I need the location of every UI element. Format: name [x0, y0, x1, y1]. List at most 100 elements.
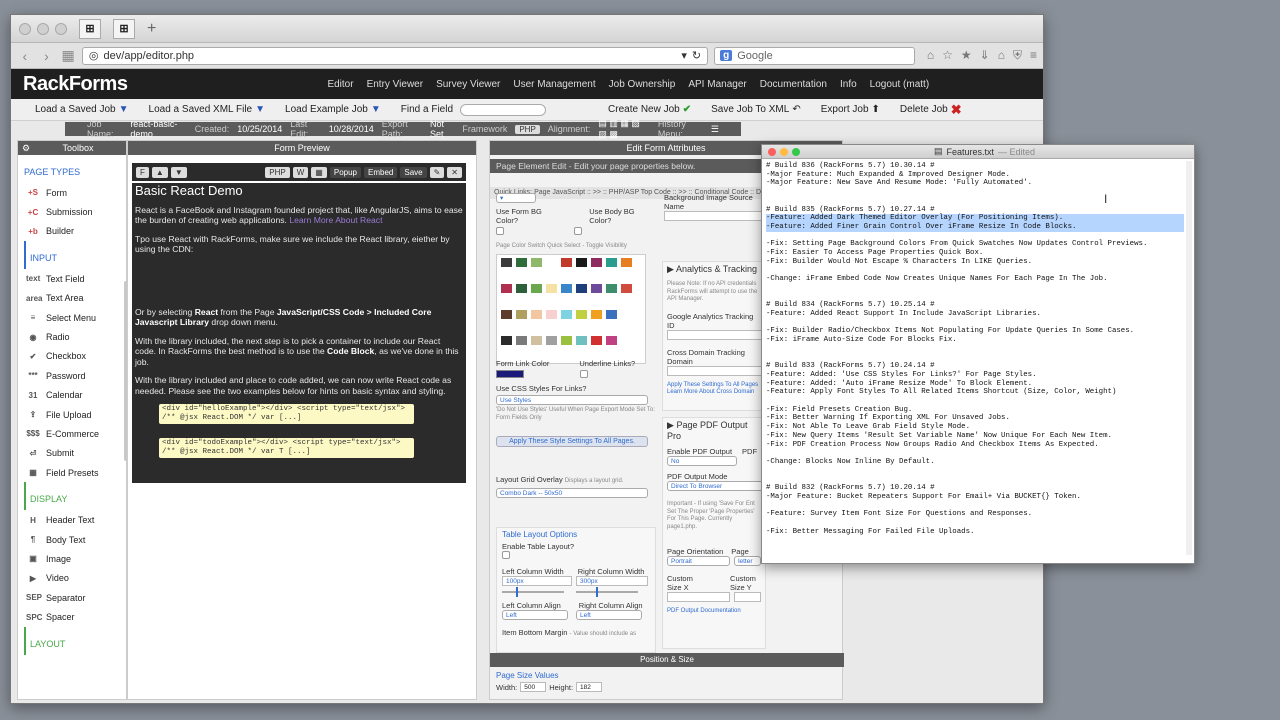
nav-item-entry-viewer[interactable]: Entry Viewer — [367, 79, 424, 90]
color-swatch[interactable] — [561, 309, 572, 319]
use-body-bg-checkbox[interactable] — [574, 227, 582, 235]
nav-item-documentation[interactable]: Documentation — [760, 79, 827, 90]
enable-table-checkbox[interactable] — [502, 551, 510, 559]
nav-item-survey-viewer[interactable]: Survey Viewer — [436, 79, 500, 90]
text-content[interactable]: # Build 836 (RackForms 5.7) 10.30.14 # -… — [762, 159, 1194, 539]
menu-icon[interactable]: ≡ — [1030, 48, 1037, 63]
toolbox-item-submit[interactable]: ⏎ Submit — [18, 444, 126, 463]
toolbox-item-file-upload[interactable]: ⇪ File Upload — [18, 405, 126, 424]
color-swatch[interactable] — [501, 322, 512, 332]
bookmark-icon[interactable]: ☆ — [942, 48, 953, 63]
nav-item-user-management[interactable]: User Management — [513, 79, 595, 90]
underline-links-checkbox[interactable] — [580, 370, 588, 378]
custom-y-input[interactable] — [734, 592, 761, 602]
color-swatch[interactable] — [621, 335, 632, 345]
toolbox-item-calendar[interactable]: 31 Calendar — [18, 386, 126, 405]
height-input[interactable]: 182 — [576, 682, 603, 692]
color-swatch[interactable] — [501, 257, 512, 267]
color-swatch[interactable] — [621, 283, 632, 293]
color-swatch[interactable] — [501, 283, 512, 293]
color-swatch[interactable] — [576, 283, 587, 293]
toolbox-item-radio[interactable]: ◉ Radio — [18, 327, 126, 346]
color-swatch[interactable] — [576, 257, 587, 267]
apply-analytics-link[interactable]: Apply These Settings To All Pages — [667, 382, 761, 390]
selected-line-2[interactable]: -Feature: Added Finer Grain Control Over… — [766, 222, 1184, 232]
create-new-job-button[interactable]: Create New Job ✔ — [608, 104, 691, 115]
popup-button[interactable]: Popup — [329, 166, 361, 178]
color-swatch[interactable] — [516, 283, 527, 293]
nav-item-logout-matt[interactable]: Logout (matt) — [870, 79, 929, 90]
left-align-select[interactable]: Left — [502, 610, 568, 620]
expand-icon[interactable]: ▼ — [170, 166, 187, 178]
code-block-hello[interactable]: <div id="helloExample"></div> <script ty… — [159, 404, 414, 424]
layout-icon[interactable]: ▦ — [311, 166, 327, 178]
address-bar[interactable]: ◎ dev/app/editor.php ▾ ↻ — [81, 46, 709, 65]
pdf-doc-link[interactable]: PDF Output Documentation — [667, 608, 761, 616]
star-icon[interactable]: ★ — [961, 48, 972, 63]
collapse-icon[interactable]: ▲ — [151, 166, 168, 178]
download-icon[interactable]: ⇓ — [980, 48, 990, 63]
right-col-width-input[interactable]: 300px — [576, 576, 648, 586]
custom-x-input[interactable] — [667, 592, 731, 602]
load-saved-xml-menu[interactable]: Load a Saved XML File ▼ — [149, 104, 266, 115]
close-icon[interactable]: ✕ — [447, 166, 462, 178]
search-field[interactable]: g Google — [714, 46, 915, 65]
framework-select[interactable]: PHP — [515, 124, 540, 134]
dropdown-icon[interactable]: ▾ — [681, 49, 687, 62]
color-swatch[interactable] — [606, 257, 617, 267]
f-button[interactable]: F — [136, 166, 149, 178]
page-type-builder[interactable]: +b Builder — [18, 222, 126, 241]
php-icon[interactable]: PHP — [265, 166, 290, 178]
color-swatch[interactable] — [606, 335, 617, 345]
color-swatch[interactable] — [561, 283, 572, 293]
ga-id-input[interactable] — [667, 329, 763, 340]
code-block-todo[interactable]: <div id="todoExample"></div> <script typ… — [159, 438, 414, 458]
body-text-1[interactable]: React is a FaceBook and Instagram founde… — [135, 205, 463, 226]
body-text-3[interactable]: Or by selecting React from the Page Java… — [135, 307, 463, 328]
find-field-input[interactable] — [460, 103, 547, 116]
export-job-button[interactable]: Export Job ⬆ — [821, 104, 880, 115]
layout-grid-select[interactable]: Combo Dark -- 50x50 — [496, 487, 648, 498]
alignment-icons[interactable]: ▤ ▥ ▦ ▧ ▨ ▩ — [598, 118, 650, 140]
new-tab-icon[interactable]: + — [147, 20, 156, 38]
textedit-scrollbar[interactable] — [1186, 161, 1192, 555]
position-size-header[interactable]: Position & Size — [490, 653, 844, 667]
color-swatch[interactable] — [501, 348, 512, 358]
bg-image-source-input[interactable] — [664, 211, 764, 221]
load-saved-job-menu[interactable]: Load a Saved Job ▼ — [35, 104, 129, 115]
toolbox-item-select-menu[interactable]: ≡ Select Menu — [18, 308, 126, 327]
color-swatch[interactable] — [621, 309, 632, 319]
embed-button[interactable]: Embed — [364, 166, 398, 178]
minimize-window-button[interactable] — [37, 22, 49, 35]
grid-icon[interactable]: ▦ — [60, 47, 76, 64]
color-swatch[interactable] — [516, 335, 527, 345]
page-type-submission[interactable]: +C Submission — [18, 202, 126, 221]
color-swatch[interactable] — [531, 283, 542, 293]
browser-tab-2[interactable]: ⊞ — [113, 18, 135, 39]
toolbox-item-spacer[interactable]: SPC Spacer — [18, 607, 126, 626]
toolbox-item-image[interactable]: ▣ Image — [18, 549, 126, 568]
color-swatch[interactable] — [576, 335, 587, 345]
page-size-select[interactable]: letter — [734, 556, 761, 566]
history-menu-icon[interactable]: ☰ — [711, 124, 719, 135]
nav-item-job-ownership[interactable]: Job Ownership — [609, 79, 676, 90]
color-swatch[interactable] — [546, 257, 557, 267]
color-swatch[interactable] — [591, 283, 602, 293]
toolbox-item-checkbox[interactable]: ✔ Checkbox — [18, 347, 126, 366]
color-swatch[interactable] — [546, 283, 557, 293]
delete-job-button[interactable]: Delete Job ✖ — [900, 102, 962, 118]
body-text-2[interactable]: Tpo use React with RackForms, make sure … — [135, 234, 463, 255]
w-icon[interactable]: W — [292, 166, 309, 178]
nav-item-api-manager[interactable]: API Manager — [688, 79, 746, 90]
save-button[interactable]: Save — [400, 166, 427, 178]
toolbox-item-password[interactable]: *** Password — [18, 366, 126, 385]
use-form-bg-checkbox[interactable] — [496, 227, 504, 235]
learn-more-cross-link[interactable]: Learn More About Cross Domain — [667, 389, 761, 397]
color-swatch[interactable] — [501, 296, 512, 306]
close-window-button[interactable] — [19, 22, 31, 35]
color-swatch[interactable] — [591, 257, 602, 267]
cross-domain-input[interactable] — [667, 365, 763, 376]
close-window-button[interactable] — [768, 147, 776, 156]
swatch-label[interactable]: Page Color Switch Quick Select - Toggle … — [496, 243, 656, 251]
save-job-xml-button[interactable]: Save Job To XML ↶ — [711, 104, 801, 115]
